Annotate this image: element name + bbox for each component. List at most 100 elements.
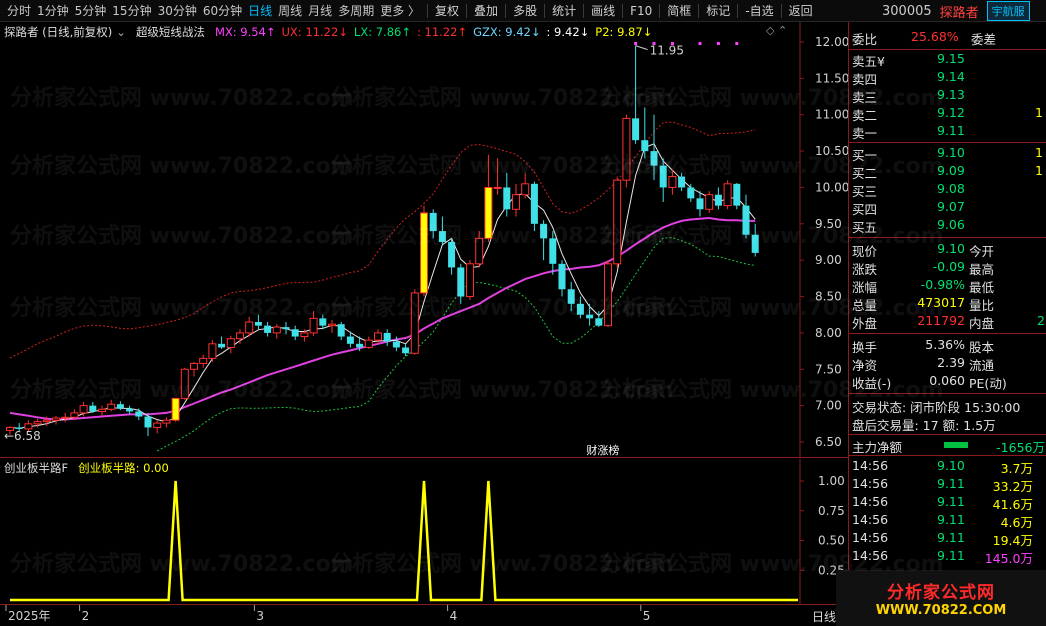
fundamental-row: 净资 2.39 流通 (849, 354, 1046, 373)
quote-panel: 委比 25.68% 委差 卖五¥ 9.15 卖四 9.14 卖三 9.13 卖二 9.12 1 卖一 9.… (848, 22, 1046, 626)
ask-row[interactable]: 卖五¥ 9.15 (849, 50, 1046, 69)
candle-body (493, 186, 502, 189)
chart-options-icon[interactable]: ◇ ⌃ (766, 24, 787, 37)
tick-price: 9.11 (937, 512, 965, 527)
toolbar-separator (780, 3, 782, 18)
sub-indicator-panel[interactable]: 1.00 0.75 0.50 0.25 创业板半路F 创业板半路: 0.00 (0, 459, 848, 604)
candle-body (549, 238, 557, 264)
period-tab[interactable]: 月线 (305, 2, 335, 19)
tick-time: 14:56 (852, 458, 889, 473)
toolbar-tool-button[interactable]: -自选 (742, 2, 776, 19)
toolbar-tool-button[interactable]: 复权 (432, 2, 462, 19)
quote-row: 涨幅 -0.98% 最低 (849, 276, 1046, 295)
quote-right-value: 2 (1037, 313, 1045, 328)
quote-row: 现价 9.10 今开 (849, 240, 1046, 259)
fundamental-row: 收益(-) 0.060 PE(动) (849, 372, 1046, 391)
candle-body (272, 326, 281, 334)
period-tab[interactable]: 分时 (4, 2, 34, 19)
legend-items: MX: 9.54↑ UX: 11.22↓ LX: 7.86↑: 11.22↑ GZX:… (209, 25, 652, 39)
candle-body (558, 263, 566, 290)
lower-band-line (156, 237, 756, 452)
candle-body (328, 323, 336, 327)
toolbar-tool-button[interactable]: 简框 (664, 2, 694, 19)
toolbar-tool-button[interactable]: 统计 (549, 2, 579, 19)
candle-body (171, 397, 180, 421)
period-tab[interactable]: 日线 (245, 2, 275, 19)
high-pointer (635, 45, 648, 51)
period-tab[interactable]: 周线 (275, 2, 305, 19)
date-label: 2 (82, 609, 90, 623)
main-chart-panel[interactable]: 12.00 11.50 11.00 10.50 10.00 9.50 9.00 8.50 8.0… (0, 22, 849, 458)
quote-value: 211792 (917, 313, 965, 328)
weibi-row: 委比 25.68% 委差 (849, 28, 1046, 47)
bid-row[interactable]: 买三 9.08 (849, 180, 1046, 199)
candle-body (107, 403, 116, 410)
candle-body (300, 332, 309, 338)
ask-row[interactable]: 卖一 9.11 (849, 122, 1046, 141)
candle-body (448, 242, 456, 268)
period-tab[interactable]: 15分钟 (109, 2, 154, 19)
candle-body (346, 336, 354, 344)
period-tab[interactable]: 1分钟 (34, 2, 72, 19)
indicator-name[interactable]: 超级短线战法 (136, 24, 205, 40)
tick-time: 14:56 (852, 476, 889, 491)
sub-legend: 创业板半路F 创业板半路: 0.00 (4, 460, 169, 476)
bid-row[interactable]: 买五 9.06 (849, 216, 1046, 235)
toolbar-tool-button[interactable]: 多股 (510, 2, 540, 19)
stock-header: 300005 探路者 宇航服 (850, 0, 1030, 22)
nav-badge-button[interactable]: 宇航服 (986, 1, 1030, 21)
toolbar-tool-button[interactable]: 返回 (786, 2, 816, 19)
bid-row[interactable]: 买一 9.10 1 (849, 144, 1046, 163)
candlestick-chart[interactable]: 12.00 11.50 11.00 10.50 10.00 9.50 9.00 8.50 8.0… (0, 22, 849, 458)
toolbar-tool-button[interactable]: 标记 (703, 2, 733, 19)
bid-price: 9.10 (937, 145, 965, 160)
period-tab[interactable]: 更多 〉 (377, 2, 423, 19)
candle-body (218, 343, 226, 348)
event-label[interactable]: 财涨榜 (586, 443, 619, 457)
divider (849, 333, 1046, 334)
period-tab[interactable]: 60分钟 (200, 2, 245, 19)
quote-value: -0.98% (920, 277, 965, 292)
candle-body (402, 347, 410, 354)
candle-body (410, 292, 419, 354)
price-tick-label: 10.00 (815, 180, 848, 194)
candle-body (613, 179, 622, 265)
ask-row[interactable]: 卖三 9.13 (849, 86, 1046, 105)
candle-body (126, 408, 134, 412)
quote-row: 外盘 211792 内盘 2 (849, 312, 1046, 331)
net-flow-row[interactable]: 主力净额 -1656万 (849, 436, 1046, 455)
bid-row[interactable]: 买二 9.09 1 (849, 162, 1046, 181)
period-tab[interactable]: 30分钟 (155, 2, 200, 19)
candle-body (696, 198, 704, 210)
net-flow-bar (944, 442, 968, 448)
candle-body (98, 408, 106, 412)
main-legend: 探路者 (日线,前复权) ⌄ 超级短线战法 MX: 9.54↑ UX: 11.22… (4, 24, 652, 40)
ask-price: 9.12 (937, 105, 965, 120)
ask-row[interactable]: 卖四 9.14 (849, 68, 1046, 87)
net-flow-label: 主力净额 (852, 440, 903, 455)
price-tick-label: 8.50 (815, 290, 842, 304)
candle-body (42, 419, 51, 423)
toolbar-tool-button[interactable]: F10 (627, 4, 655, 18)
period-label[interactable]: 日线 (812, 608, 836, 625)
candle-body (705, 194, 714, 210)
price-tick-label: 7.00 (815, 399, 842, 413)
candle-body (282, 327, 290, 330)
legend-toggle-icon[interactable]: ⌄ (116, 25, 126, 39)
price-tick-label: 10.50 (815, 144, 848, 158)
candle-body (226, 338, 235, 348)
sub-title[interactable]: 创业板半路F (4, 460, 68, 476)
sub-indicator-chart[interactable]: 1.000.750.500.25 (0, 459, 848, 604)
candle-body (162, 419, 171, 424)
toolbar-tool-button[interactable]: 叠加 (471, 2, 501, 19)
bid-row[interactable]: 买四 9.07 (849, 198, 1046, 217)
toolbar-tool-button[interactable]: 画线 (588, 2, 618, 19)
ask-row[interactable]: 卖二 9.12 1 (849, 104, 1046, 123)
stock-name[interactable]: 探路者 (940, 2, 979, 21)
period-tab[interactable]: 5分钟 (72, 2, 110, 19)
candle-body (309, 317, 318, 334)
ask-price: 9.14 (937, 69, 965, 84)
period-tab[interactable]: 多周期 (335, 2, 377, 19)
price-tick-label: 9.50 (815, 217, 842, 231)
period-tabs: 分时 1分钟 5分钟 15分钟 30分钟 60分钟 日线 周线 月线 多周期 更多 〉复权 叠加 多股统… (0, 0, 816, 22)
